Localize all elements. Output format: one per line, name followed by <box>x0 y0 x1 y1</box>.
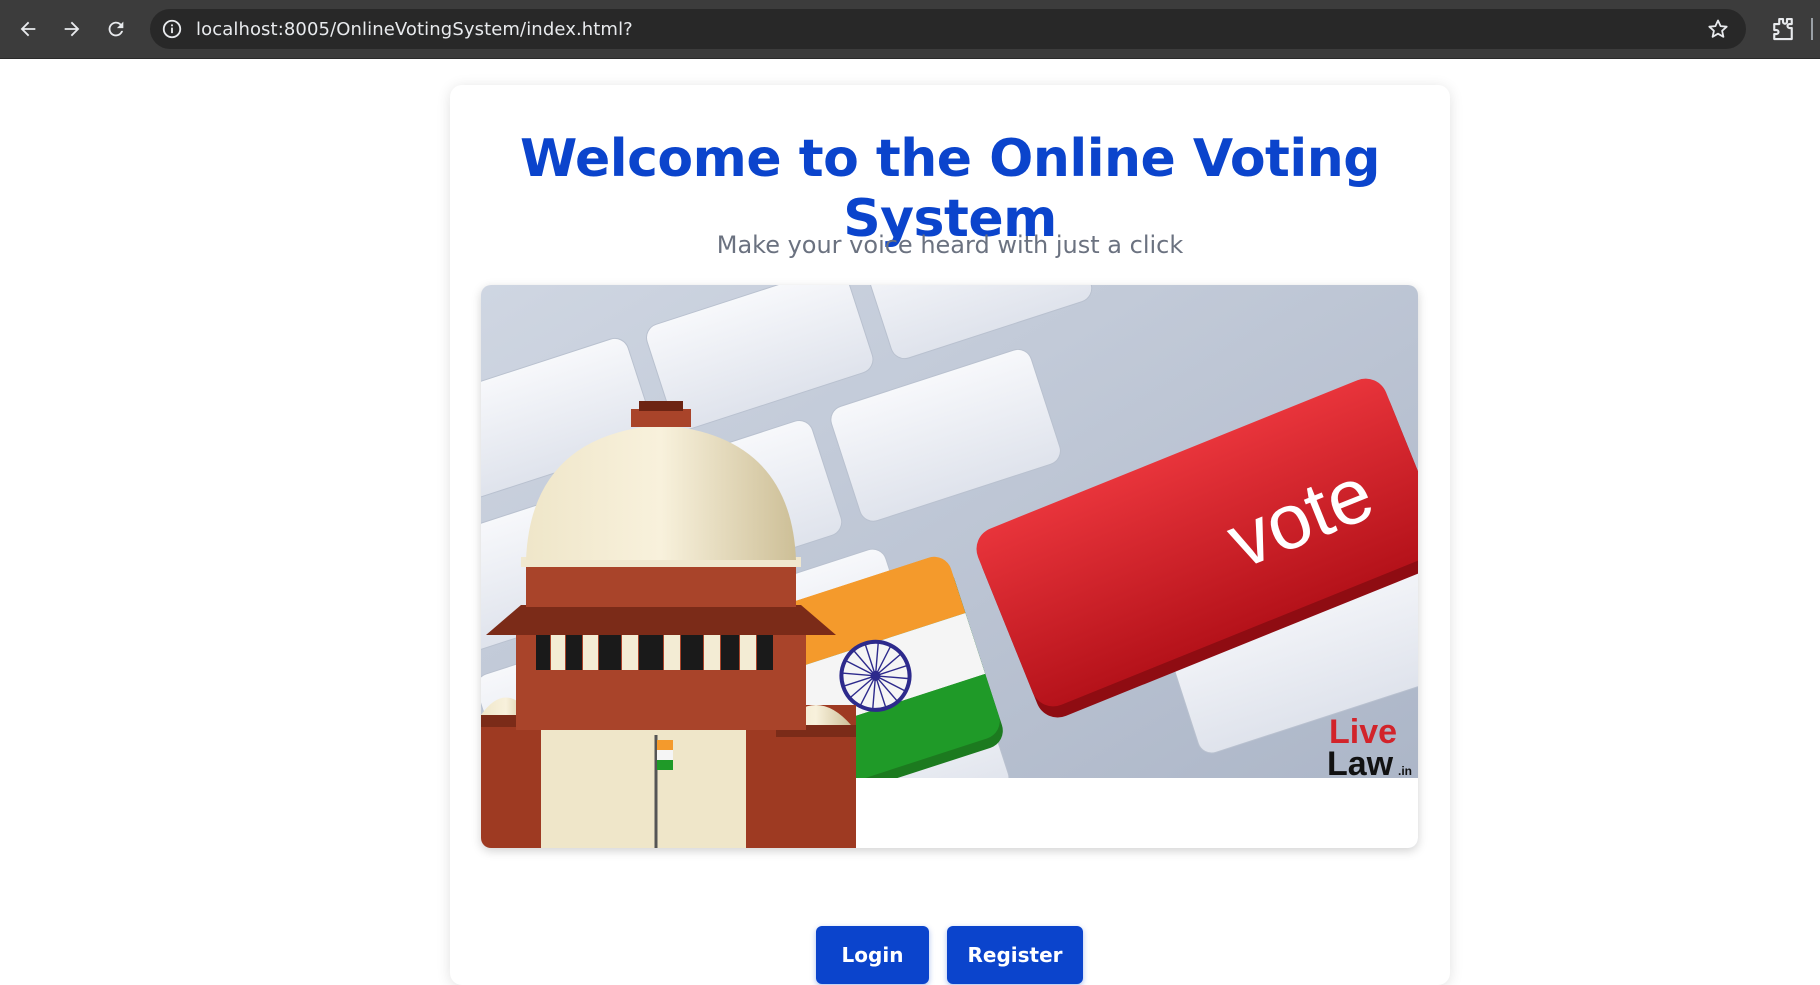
login-button[interactable]: Login <box>816 926 929 984</box>
action-buttons: Login Register <box>450 926 1450 984</box>
logo-suffix-text: .in <box>1398 764 1412 778</box>
back-button[interactable] <box>10 11 46 47</box>
puzzle-icon[interactable] <box>1768 14 1798 44</box>
star-icon[interactable] <box>1706 17 1730 41</box>
reload-button[interactable] <box>98 11 134 47</box>
page-body: Welcome to the Online Voting System Make… <box>0 59 1820 985</box>
forward-button[interactable] <box>54 11 90 47</box>
info-icon[interactable] <box>160 17 184 41</box>
address-bar[interactable]: localhost:8005/OnlineVotingSystem/index.… <box>150 9 1746 49</box>
welcome-card: Welcome to the Online Voting System Make… <box>450 85 1450 985</box>
logo-law-text: Law <box>1327 745 1394 783</box>
hero-image: vote Live Law .in <box>481 285 1418 848</box>
reload-icon <box>108 21 124 37</box>
back-arrow-icon <box>20 21 36 37</box>
register-button[interactable]: Register <box>947 926 1083 984</box>
url-text[interactable]: localhost:8005/OnlineVotingSystem/index.… <box>196 19 633 40</box>
page-subtitle: Make your voice heard with just a click <box>716 231 1184 259</box>
toolbar-edge-divider <box>1811 18 1813 40</box>
forward-arrow-icon <box>64 21 80 37</box>
browser-toolbar: localhost:8005/OnlineVotingSystem/index.… <box>0 0 1820 59</box>
